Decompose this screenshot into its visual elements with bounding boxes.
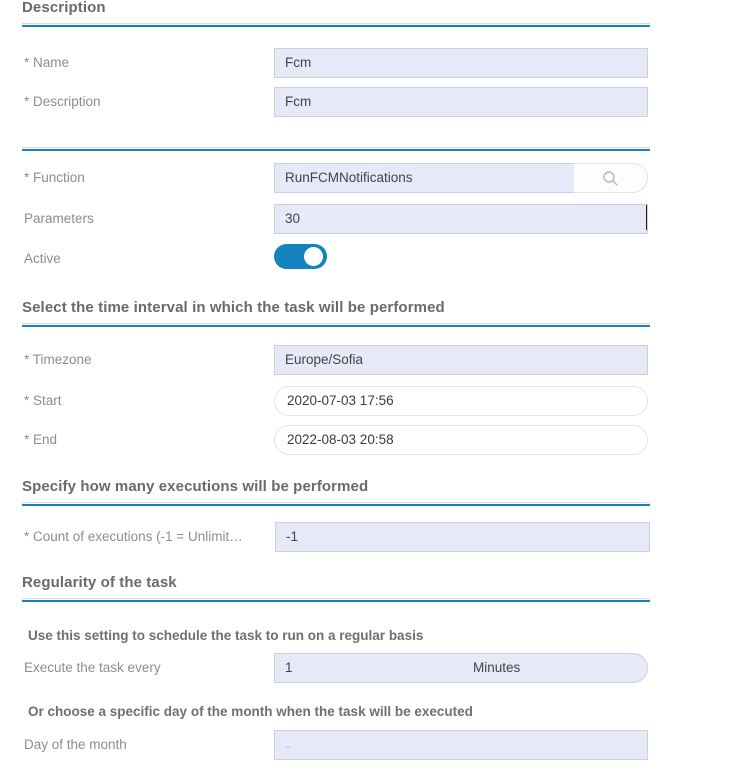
toggle-knob [304, 247, 323, 266]
form-row-name: * Name Fcm [0, 48, 731, 78]
section-divider [22, 323, 650, 327]
end-datetime-input[interactable]: 2022-08-03 20:58 [274, 425, 648, 455]
active-toggle[interactable] [274, 244, 327, 269]
regularity-note-regular: Use this setting to schedule the task to… [28, 628, 424, 643]
form-row-timezone: * Timezone Europe/Sofia [0, 345, 731, 375]
form-row-day-of-month: Day of the month .. [0, 730, 731, 760]
execute-every-unit-select[interactable]: Minutes [461, 653, 648, 683]
form-row-description: * Description Fcm [0, 87, 731, 117]
name-input[interactable]: Fcm [274, 48, 648, 78]
section-divider [22, 147, 650, 151]
section-function-divider [22, 140, 650, 151]
execute-every-label: Execute the task every [24, 660, 161, 675]
section-time-interval: Select the time interval in which the ta… [22, 299, 650, 327]
function-input[interactable]: RunFCMNotifications [274, 163, 574, 193]
execute-every-input[interactable]: 1 [274, 653, 462, 683]
parameters-label: Parameters [24, 211, 94, 226]
description-input[interactable]: Fcm [274, 87, 648, 117]
section-executions: Specify how many executions will be perf… [22, 478, 650, 506]
count-of-executions-input[interactable]: -1 [275, 522, 650, 552]
form-row-start: * Start 2020-07-03 17:56 [0, 386, 731, 416]
section-divider [22, 598, 650, 602]
day-of-month-input[interactable]: .. [274, 730, 648, 760]
form-row-count-of-executions: * Count of executions (-1 = Unlimit… -1 [0, 522, 731, 552]
function-search-button[interactable] [574, 163, 648, 193]
form-row-parameters: Parameters 30 [0, 204, 731, 234]
search-icon [602, 170, 619, 187]
timezone-label: * Timezone [24, 352, 92, 367]
end-label: * End [24, 432, 58, 447]
parameters-input[interactable]: 30 [274, 204, 648, 234]
section-divider [22, 502, 650, 506]
start-datetime-input[interactable]: 2020-07-03 17:56 [274, 386, 648, 416]
section-time-interval-title: Select the time interval in which the ta… [22, 299, 445, 316]
task-form-page: Description * Name Fcm * Description Fcm… [0, 0, 731, 770]
form-row-function: * Function RunFCMNotifications [0, 163, 731, 193]
section-regularity: Regularity of the task [22, 574, 650, 602]
description-label: * Description [24, 94, 101, 109]
form-row-active: Active [0, 244, 731, 274]
active-label: Active [24, 251, 61, 266]
function-label: * Function [24, 170, 85, 185]
form-row-execute-every: Execute the task every 1 Minutes [0, 653, 731, 683]
section-executions-title: Specify how many executions will be perf… [22, 478, 369, 495]
count-of-executions-label: * Count of executions (-1 = Unlimit… [24, 529, 243, 544]
name-label: * Name [24, 55, 70, 70]
day-of-month-label: Day of the month [24, 737, 127, 752]
section-description: Description [22, 0, 650, 27]
form-row-end: * End 2022-08-03 20:58 [0, 425, 731, 455]
timezone-select[interactable]: Europe/Sofia [274, 345, 648, 375]
section-regularity-title: Regularity of the task [22, 574, 177, 591]
start-label: * Start [24, 393, 62, 408]
regularity-note-day: Or choose a specific day of the month wh… [28, 704, 473, 719]
section-description-title: Description [22, 0, 106, 16]
section-divider [22, 23, 650, 27]
